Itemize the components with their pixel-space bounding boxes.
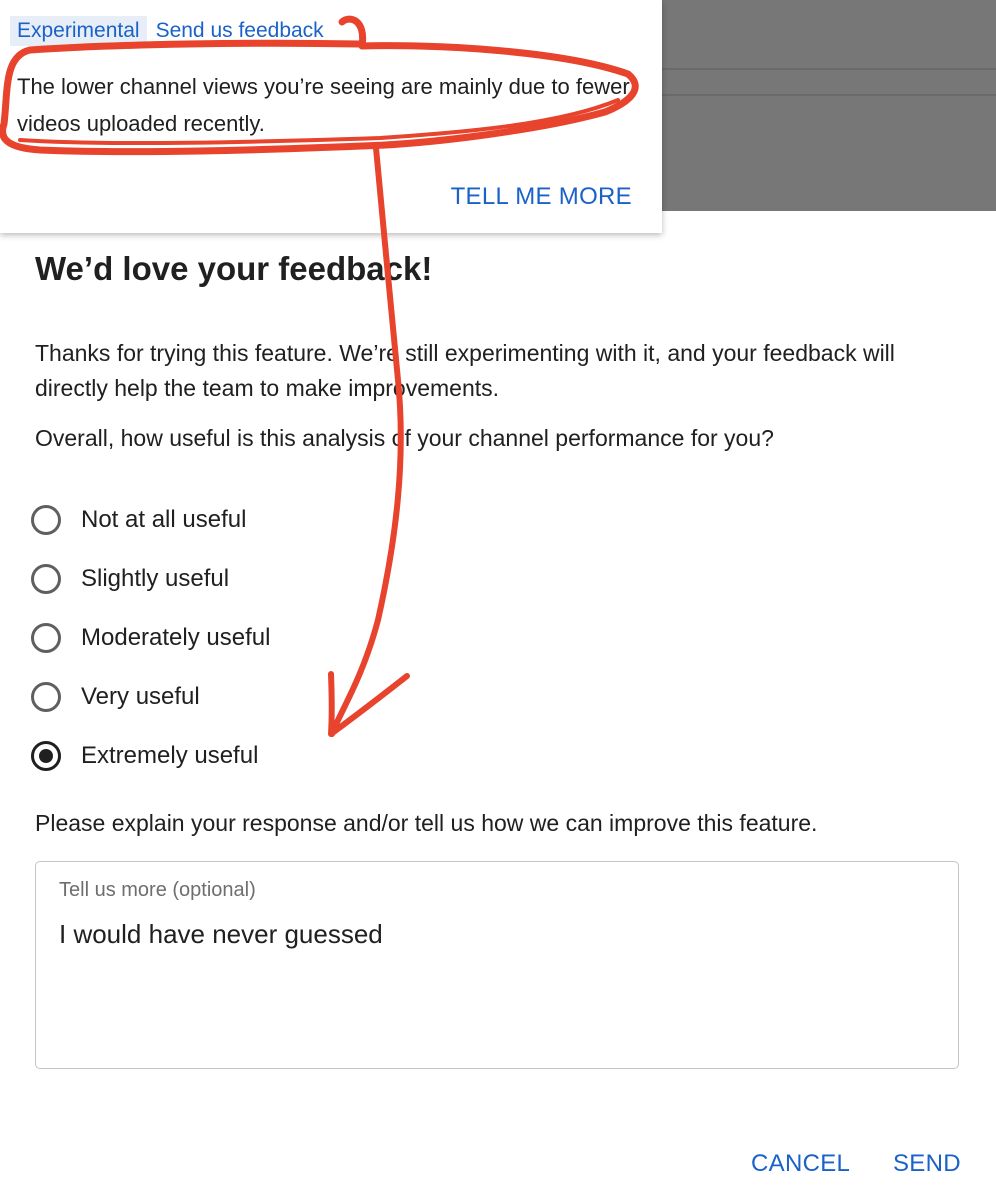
insight-header: Experimental Send us feedback bbox=[10, 16, 324, 46]
radio-option-extremely-useful[interactable]: Extremely useful bbox=[31, 726, 270, 785]
send-button[interactable]: SEND bbox=[893, 1150, 961, 1178]
usefulness-question: Overall, how useful is this analysis of … bbox=[35, 425, 774, 451]
radio-button[interactable] bbox=[31, 740, 61, 771]
radio-label: Slightly useful bbox=[81, 564, 230, 592]
radio-label: Extremely useful bbox=[81, 741, 259, 769]
tell-us-more-textarea[interactable]: Tell us more (optional) I would have nev… bbox=[35, 861, 959, 1069]
radio-button[interactable] bbox=[31, 622, 61, 653]
experimental-badge: Experimental bbox=[10, 16, 147, 46]
radio-option-slightly-useful[interactable]: Slightly useful bbox=[31, 549, 270, 608]
radio-option-moderately-useful[interactable]: Moderately useful bbox=[31, 608, 270, 667]
radio-label: Not at all useful bbox=[81, 505, 247, 533]
send-feedback-link[interactable]: Send us feedback bbox=[156, 19, 324, 43]
radio-label: Moderately useful bbox=[81, 623, 271, 651]
usefulness-radio-group: Not at all useful Slightly useful Modera… bbox=[31, 490, 270, 785]
radio-button[interactable] bbox=[31, 504, 61, 535]
cancel-button[interactable]: CANCEL bbox=[751, 1150, 850, 1178]
textarea-floating-label: Tell us more (optional) bbox=[59, 879, 256, 901]
radio-button[interactable] bbox=[31, 563, 61, 594]
explain-prompt: Please explain your response and/or tell… bbox=[35, 810, 818, 836]
insight-card: Experimental Send us feedback The lower … bbox=[0, 0, 662, 233]
radio-label: Very useful bbox=[81, 682, 200, 710]
dialog-intro: Thanks for trying this feature. We’re st… bbox=[35, 340, 895, 401]
tell-me-more-button[interactable]: TELL ME MORE bbox=[451, 183, 632, 211]
radio-option-very-useful[interactable]: Very useful bbox=[31, 667, 270, 726]
radio-button[interactable] bbox=[31, 681, 61, 712]
textarea-value[interactable]: I would have never guessed bbox=[59, 919, 383, 950]
backdrop-divider bbox=[662, 94, 996, 96]
insight-text: The lower channel views you’re seeing ar… bbox=[17, 74, 630, 136]
dialog-title: We’d love your feedback! bbox=[35, 250, 433, 287]
annotation-arrow-head bbox=[328, 671, 410, 737]
backdrop-divider bbox=[662, 68, 996, 70]
radio-option-not-at-all-useful[interactable]: Not at all useful bbox=[31, 490, 270, 549]
